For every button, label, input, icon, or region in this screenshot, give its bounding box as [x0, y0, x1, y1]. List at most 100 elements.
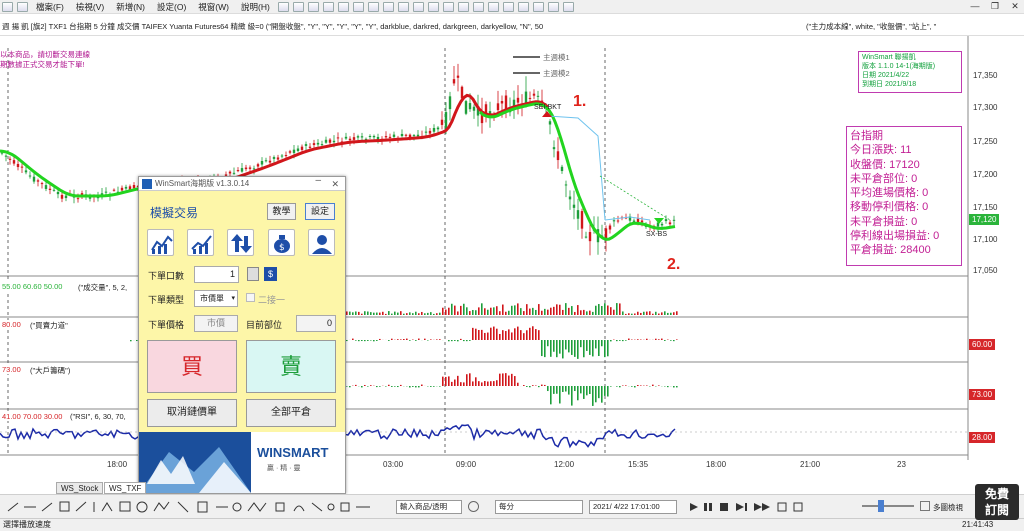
money-bag-icon[interactable]: $ [268, 229, 295, 256]
candle-body [580, 211, 584, 229]
subscribe-badge[interactable]: 免費 訂閱 [975, 484, 1019, 520]
toolbar-icon[interactable] [352, 1, 364, 12]
menu-settings[interactable]: 設定(O) [151, 1, 192, 13]
toolbar-icon[interactable] [307, 1, 319, 12]
candle-body [672, 219, 676, 221]
tab-ws-txf[interactable]: WS_TXF [104, 482, 147, 494]
subscribe-line: 免費 [984, 487, 1009, 501]
chart-line-icon[interactable] [147, 229, 174, 256]
toolbar-icon[interactable] [322, 1, 334, 12]
candle-body [428, 130, 432, 134]
toolbar-icon[interactable] [457, 1, 469, 12]
volume-bar [634, 313, 636, 315]
order-type-select[interactable]: 市價單 ▾ [194, 290, 238, 307]
datetime-dropdown[interactable]: 2021/ 4/22 17:01:00 [589, 500, 677, 514]
toolbar-icon[interactable] [382, 1, 394, 12]
big-player-bar [361, 386, 363, 388]
tab-ws-stock[interactable]: WS_Stock [56, 482, 104, 494]
maximize-button[interactable]: ❐ [988, 1, 1002, 12]
drawing-toolbar: 輸入商品/透明 每分 2021/ 4/22 17:01:00 多圖檢視 [0, 494, 1024, 518]
toolbar-icon[interactable] [412, 1, 424, 12]
checkbox[interactable] [246, 293, 255, 302]
candle-body [316, 142, 320, 145]
speed-slider[interactable] [862, 505, 914, 507]
toolbar-icon[interactable] [487, 1, 499, 12]
time-tick: 12:00 [554, 460, 575, 469]
toolbar-icon[interactable] [532, 1, 544, 12]
speed-slider-thumb[interactable] [878, 500, 884, 512]
power-bar [364, 340, 366, 342]
big-label: ("大戶籌碼") [30, 365, 71, 376]
time-tick: 23 [897, 460, 906, 469]
volume-bar [433, 313, 435, 315]
toolbar-icon[interactable] [547, 1, 559, 12]
calculator-icon[interactable] [247, 267, 259, 281]
candle-body [232, 172, 236, 174]
toolbar-icon[interactable] [427, 1, 439, 12]
candle-body [404, 134, 408, 136]
close-button[interactable]: ✕ [1008, 1, 1022, 12]
candle-body [516, 97, 520, 103]
price-input[interactable]: 市價 [194, 315, 238, 332]
menu-new[interactable]: 新增(N) [110, 1, 151, 13]
close-all-button[interactable]: 全部平倉 [246, 399, 336, 427]
refresh-icon[interactable] [468, 501, 479, 512]
buy-button[interactable]: 買 [147, 340, 237, 393]
qty-label: 下單口數 [148, 271, 185, 281]
trade-arrows-icon[interactable] [227, 229, 254, 256]
toolbar-icon[interactable] [502, 1, 514, 12]
power-bar [577, 340, 579, 359]
chart-up-icon[interactable] [187, 229, 214, 256]
volume-bar [676, 311, 678, 315]
settings-button[interactable]: 設定 [305, 203, 335, 220]
toolbar-icon[interactable] [367, 1, 379, 12]
toolbar-icon[interactable] [292, 1, 304, 12]
toolbar-icon[interactable] [472, 1, 484, 12]
power-bar [547, 340, 549, 347]
menu-help[interactable]: 說明(H) [235, 1, 276, 13]
dollar-icon[interactable]: $ [264, 267, 277, 281]
close-button[interactable]: ✕ [331, 177, 339, 191]
menu-view[interactable]: 檢視(V) [70, 1, 110, 13]
toolbar-icon[interactable] [442, 1, 454, 12]
sell-button[interactable]: 賣 [246, 340, 336, 393]
candle-body [292, 149, 296, 153]
period-dropdown[interactable]: 每分 [495, 500, 583, 514]
app-logo-icon [142, 179, 152, 189]
big-player-bar [547, 386, 549, 392]
power-bar [673, 340, 675, 342]
cancel-order-button[interactable]: 取消鏈價單 [147, 399, 237, 427]
volume-bar [649, 311, 651, 315]
big-player-bar [589, 386, 591, 395]
qty-input[interactable]: 1 [194, 266, 239, 283]
menu-window[interactable]: 視窗(W) [192, 1, 235, 13]
teach-button[interactable]: 教學 [267, 203, 296, 220]
legend-label-2: 主週模2 [543, 68, 570, 79]
open-icon[interactable] [17, 1, 28, 12]
product-dropdown[interactable]: 輸入商品/透明 [396, 500, 462, 514]
power-bar [505, 331, 507, 340]
candle-body [604, 228, 608, 239]
volume-bar [490, 307, 492, 315]
toolbar-icon[interactable] [517, 1, 529, 12]
drawing-tools[interactable] [4, 499, 384, 515]
candle-body [76, 198, 80, 200]
minimize-button[interactable]: – [315, 174, 321, 188]
minimize-button[interactable]: — [968, 1, 982, 12]
power-bar [463, 340, 465, 342]
toolbar-icon[interactable] [337, 1, 349, 12]
user-icon[interactable] [308, 229, 335, 256]
price-tick: 17,050 [973, 266, 998, 275]
toolbar-icon[interactable] [277, 1, 289, 12]
volume-bar [451, 303, 453, 315]
toolbar-icon[interactable] [397, 1, 409, 12]
menu-file[interactable]: 檔案(F) [30, 1, 70, 13]
new-icon[interactable] [2, 1, 13, 12]
grid-icon[interactable] [920, 501, 930, 511]
playback-controls[interactable] [686, 499, 836, 515]
sim-title-bar[interactable]: WinSmart海期版 v1.3.0.14 – ✕ [139, 174, 345, 191]
volume-bars [340, 303, 678, 315]
power-bar [535, 329, 537, 340]
toolbar-icon[interactable] [562, 1, 574, 12]
candle-body [348, 138, 352, 141]
